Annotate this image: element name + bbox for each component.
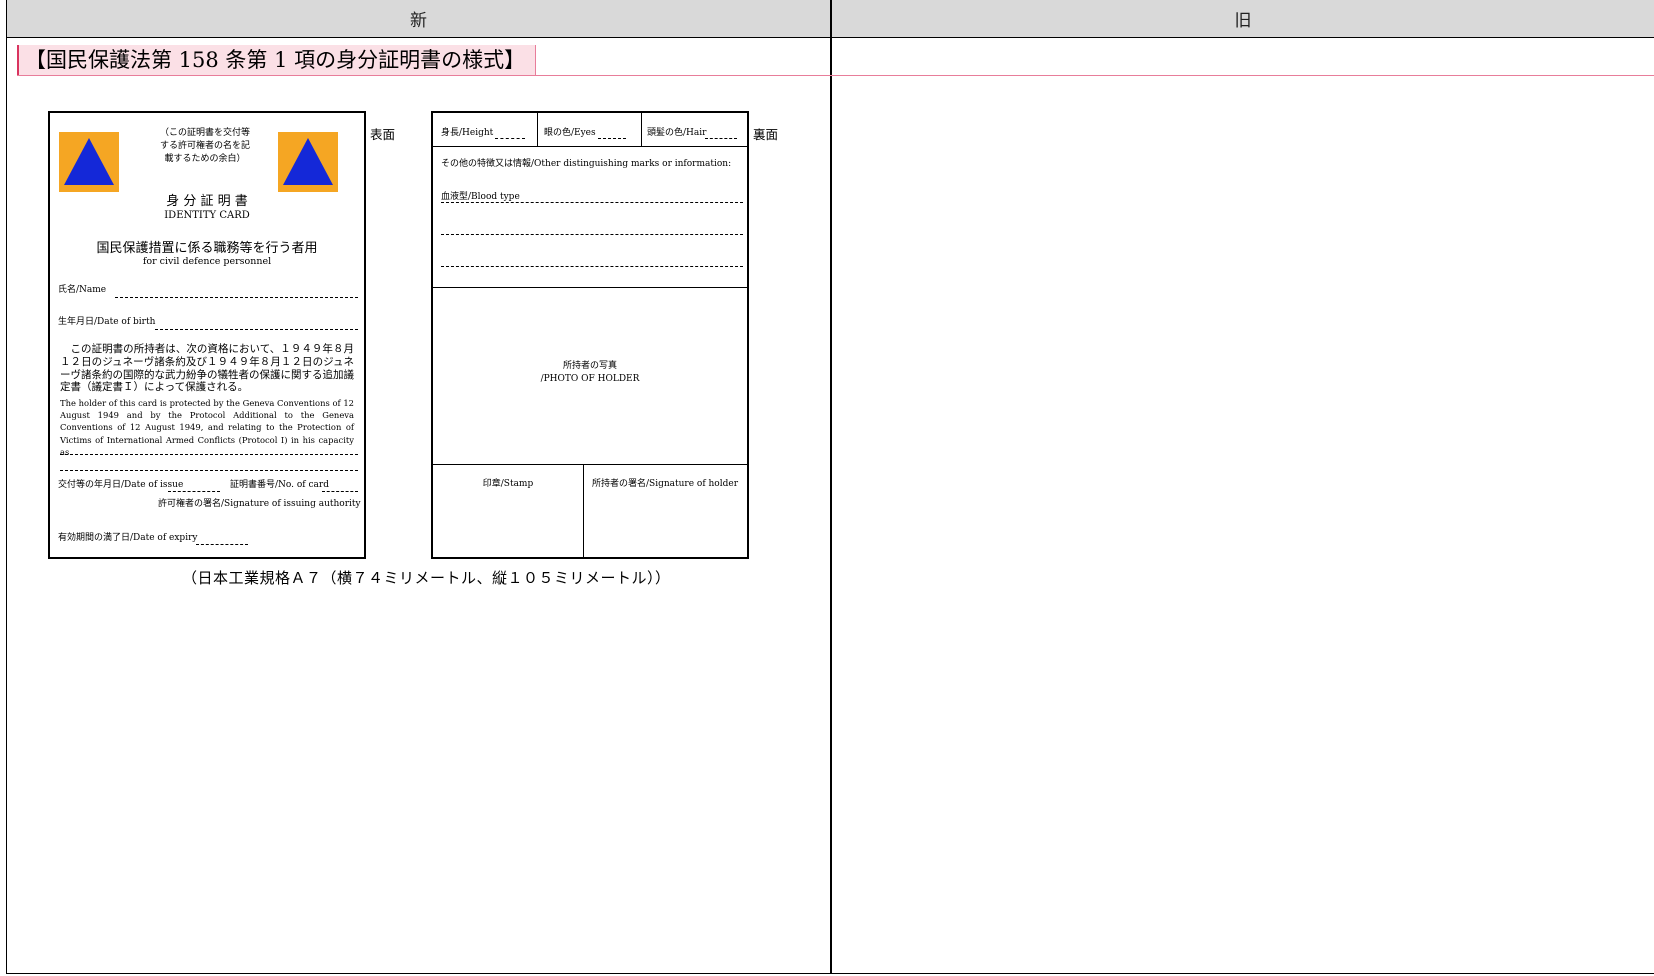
- other-marks-label: その他の特徴又は情報/Other distinguishing marks or…: [441, 159, 732, 169]
- dob-label: 生年月日/Date of birth: [58, 317, 156, 327]
- photo-label-ja: 所持者の写真: [562, 361, 617, 371]
- capacity-line-1: [60, 454, 358, 455]
- id-card-back: 身長/Height 眼の色/Eyes 頭髪の色/Hair その他の特徴又は情報/…: [431, 111, 749, 559]
- name-label: 氏名/Name: [58, 285, 107, 295]
- old-column-header: 旧: [831, 0, 1654, 38]
- authority-signature-label: 許可権者の署名/Signature of issuing authority: [158, 499, 361, 509]
- blank-note: （この証明書を交付等 する許可権者の名を記 載するための余白）: [159, 128, 250, 165]
- card-title-ja: 身 分 証 明 書: [166, 194, 248, 209]
- section-heading: 【国民保護法第 158 条第 1 項の身分証明書の様式】: [17, 45, 537, 75]
- comparison-table: 新 旧 【国民保護法第 158 条第 1 項の身分証明書の様式】 （この証明書を…: [6, 0, 1654, 974]
- size-caption: （日本工業規格Ａ７（横７４ミリメートル、縦１０５ミリメートル））: [182, 569, 671, 587]
- back-side-label: 裏面: [753, 127, 779, 142]
- front-side-label: 表面: [370, 127, 396, 142]
- eyes-label: 眼の色/Eyes: [544, 128, 596, 138]
- expiry-label: 有効期間の満了日/Date of expiry: [58, 533, 198, 543]
- expiry-line: [196, 544, 248, 545]
- stamp-label: 印章/Stamp: [482, 479, 534, 489]
- column-divider: [830, 0, 832, 974]
- hair-line: [705, 138, 737, 139]
- blood-type-line: [441, 202, 743, 203]
- card-subtitle-en: for civil defence personnel: [142, 256, 272, 267]
- id-card-front: （この証明書を交付等 する許可権者の名を記 載するための余白） 身 分 証 明 …: [48, 111, 366, 559]
- statement-ja: この証明書の所持者は、次の資格において、１９４９年８月１２日のジュネーヴ諸条約及…: [60, 343, 354, 394]
- photo-area: 所持者の写真 /PHOTO OF HOLDER: [433, 360, 747, 386]
- holder-signature-label: 所持者の署名/Signature of holder: [592, 479, 738, 489]
- card-subtitle-ja: 国民保護措置に係る職務等を行う者用: [96, 241, 318, 256]
- height-line: [495, 138, 525, 139]
- civil-defence-emblem-right-icon: [278, 132, 338, 192]
- eyes-line: [598, 138, 626, 139]
- issue-date-label: 交付等の年月日/Date of issue: [58, 480, 184, 490]
- card-no-label: 証明書番号/No. of card: [230, 480, 329, 490]
- photo-label-en: /PHOTO OF HOLDER: [540, 374, 640, 385]
- civil-defence-emblem-left-icon: [59, 132, 119, 192]
- marks-line-3: [441, 266, 743, 267]
- card-no-line: [322, 491, 358, 492]
- capacity-line-2: [60, 470, 358, 471]
- dob-line: [155, 329, 358, 330]
- marks-line-2: [441, 234, 743, 235]
- new-column-header: 新: [7, 0, 830, 38]
- height-label: 身長/Height: [441, 128, 494, 138]
- hair-label: 頭髪の色/Hair: [647, 128, 707, 138]
- issue-date-line: [168, 491, 220, 492]
- name-line: [115, 297, 358, 298]
- statement-en: The holder of this card is protected by …: [60, 398, 354, 457]
- card-title-en: IDENTITY CARD: [164, 210, 250, 221]
- heading-underline: [17, 75, 1654, 76]
